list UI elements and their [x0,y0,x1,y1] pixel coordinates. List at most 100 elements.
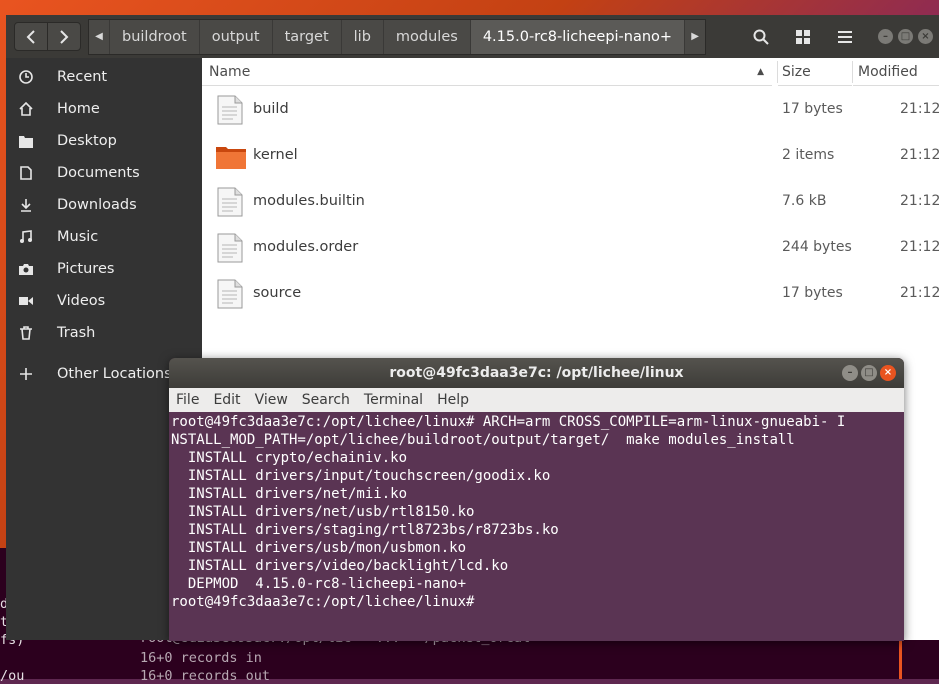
file-modified: 21:12 [900,193,939,209]
sidebar-item-label: Desktop [57,133,117,149]
video-icon [18,293,34,309]
sidebar-item-trash[interactable]: Trash [6,317,202,349]
back-button[interactable] [14,22,48,51]
breadcrumb-scroll-left[interactable]: ◀ [89,20,110,54]
breadcrumb-current[interactable]: 4.15.0-rc8-licheepi-nano+ [470,20,686,54]
column-header-modified[interactable]: Modified [853,58,939,86]
menu-search[interactable]: Search [295,392,357,408]
terminal-line: INSTALL drivers/net/usb/rtl8150.ko [171,504,475,520]
download-icon [18,197,34,213]
clock-icon [18,69,34,85]
file-row-modules-builtin[interactable]: modules.builtin 7.6 kB 21:12 [202,178,939,224]
breadcrumb-scroll-right[interactable]: ▶ [685,20,705,54]
maximize-icon: □ [864,367,874,378]
file-size: 244 bytes [782,239,852,255]
file-icon [217,233,243,263]
terminal-titlebar[interactable]: root@49fc3daa3e7c: /opt/lichee/linux – □… [169,358,904,388]
file-icon [217,279,243,309]
file-icon [217,187,243,217]
terminal-line: INSTALL drivers/input/touchscreen/goodix… [171,468,551,484]
sidebar-item-label: Home [57,101,100,117]
terminal-line: INSTALL drivers/video/backlight/lcd.ko [171,558,509,574]
column-header-size[interactable]: Size [778,58,852,86]
column-header-name[interactable]: Name ▲ [202,58,772,86]
terminal-menubar: File Edit View Search Terminal Help [169,388,904,412]
file-row-build[interactable]: build 17 bytes 21:12 [202,86,939,132]
file-name: source [253,285,302,301]
file-size: 17 bytes [782,285,843,301]
desktop-folder-icon [18,133,34,149]
terminal-line: INSTALL drivers/staging/rtl8723bs/r8723b… [171,522,559,538]
forward-button[interactable] [47,22,81,51]
terminal-title: root@49fc3daa3e7c: /opt/lichee/linux [389,365,684,381]
terminal-line: INSTALL crypto/echainiv.ko [171,450,408,466]
sidebar-item-label: Trash [57,325,96,341]
column-label: Name [209,64,251,80]
file-row-kernel[interactable]: kernel 2 items 21:12 [202,132,939,178]
sidebar-item-pictures[interactable]: Pictures [6,253,202,285]
sidebar-item-music[interactable]: Music [6,221,202,253]
camera-icon [18,261,34,277]
folder-icon [216,147,246,169]
close-icon: × [921,31,930,42]
file-modified: 21:12 [900,147,939,163]
hamburger-icon [838,31,852,43]
terminal-line: INSTALL drivers/usb/mon/usbmon.ko [171,540,467,556]
menu-edit[interactable]: Edit [206,392,247,408]
sidebar-item-home[interactable]: Home [6,93,202,125]
file-row-modules-order[interactable]: modules.order 244 bytes 21:12 [202,224,939,270]
column-label: Modified [858,64,918,80]
sidebar-item-recent[interactable]: Recent [6,61,202,93]
sidebar-item-documents[interactable]: Documents [6,157,202,189]
view-grid-button[interactable] [785,19,821,55]
sidebar-item-downloads[interactable]: Downloads [6,189,202,221]
file-name: modules.order [253,239,359,255]
breadcrumb-output[interactable]: output [200,20,273,54]
menu-view[interactable]: View [248,392,295,408]
document-icon [18,165,34,181]
sidebar-item-desktop[interactable]: Desktop [6,125,202,157]
terminal-prompt-line: root@49fc3daa3e7c:/opt/lichee/linux# [171,594,483,610]
file-size: 2 items [782,147,835,163]
file-modified: 21:12 [900,101,939,117]
breadcrumb-modules[interactable]: modules [384,20,471,54]
file-modified: 21:12 [900,285,939,301]
sidebar-item-label: Downloads [57,197,137,213]
terminal-line: root@49fc3daa3e7c:/opt/lichee/linux# ARC… [171,414,846,430]
terminal-line: NSTALL_MOD_PATH=/opt/lichee/buildroot/ou… [171,432,795,448]
terminal-line: INSTALL drivers/net/mii.ko [171,486,408,502]
file-row-source[interactable]: source 17 bytes 21:12 [202,270,939,316]
sidebar-item-label: Documents [57,165,140,181]
file-icon [217,95,243,125]
breadcrumb-lib[interactable]: lib [342,20,384,54]
trash-icon [18,325,34,341]
breadcrumb-buildroot[interactable]: buildroot [110,20,200,54]
breadcrumb: ◀ buildroot output target lib modules 4.… [88,19,707,55]
sort-ascending-icon: ▲ [757,67,764,77]
terminal-window: root@49fc3daa3e7c: /opt/lichee/linux – □… [169,358,904,641]
sidebar-item-label: Recent [57,69,108,85]
menu-file[interactable]: File [169,392,206,408]
minimize-button[interactable]: – [878,29,893,44]
search-button[interactable] [743,19,779,55]
terminal-line: DEPMOD 4.15.0-rc8-licheepi-nano+ [171,576,467,592]
grid-icon [796,30,810,44]
search-icon [753,29,769,45]
maximize-button[interactable]: □ [898,29,913,44]
file-size: 7.6 kB [782,193,827,209]
menu-help[interactable]: Help [430,392,476,408]
file-size: 17 bytes [782,101,843,117]
sidebar-item-label: Videos [57,293,106,309]
terminal-output[interactable]: root@49fc3daa3e7c:/opt/lichee/linux# ARC… [169,412,904,641]
file-name: kernel [253,147,298,163]
terminal-minimize-button[interactable]: – [842,365,858,381]
terminal-close-button[interactable]: × [880,365,896,381]
sidebar-item-videos[interactable]: Videos [6,285,202,317]
sidebar-item-label: Music [57,229,99,245]
breadcrumb-target[interactable]: target [273,20,342,54]
terminal-maximize-button[interactable]: □ [861,365,877,381]
menu-button[interactable] [827,19,863,55]
menu-terminal[interactable]: Terminal [357,392,430,408]
close-button[interactable]: × [918,29,933,44]
bg-terminal-line: 16+0 records in [140,650,262,666]
